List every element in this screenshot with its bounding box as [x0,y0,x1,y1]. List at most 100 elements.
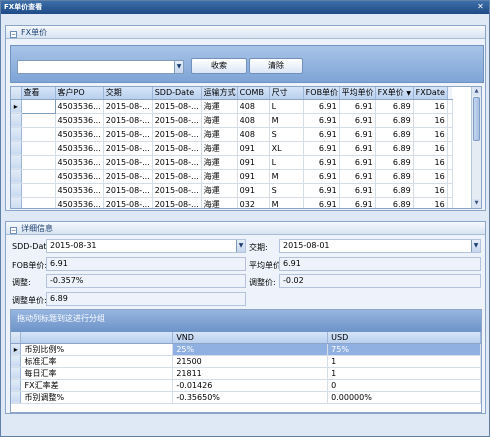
chevron-down-icon[interactable]: ▼ [174,61,183,73]
cell-view[interactable] [21,169,56,184]
table-row[interactable]: 4503536... 2015-08-... 2015-08-... 海運 408 M 6.… [11,113,453,128]
cell-fx-date[interactable]: 16 [413,169,448,184]
cell-fob-price[interactable]: 6.91 [303,127,340,142]
col-header-vnd[interactable]: VND [172,332,329,344]
cell-customer-po[interactable]: 4503536... [55,127,104,142]
clear-button[interactable]: 清除 [249,58,303,74]
cell-comb[interactable]: 091 [237,155,270,170]
cell-comb[interactable]: 408 [237,113,270,128]
cell-shipping[interactable]: 海運 [201,197,238,208]
calendar-dropdown-icon[interactable]: ▼ [236,240,245,252]
due-date-field[interactable]: 2015-08-01 ▼ [279,239,481,253]
list-item[interactable]: ▸ 币别比例% 25% 75% [11,343,481,356]
cell-fx-price[interactable]: 6.89 [375,127,414,142]
cell-view[interactable] [21,155,56,170]
cell-size[interactable]: M [269,169,304,184]
cell-due-date[interactable]: 2015-08-... [103,169,153,184]
grid-vertical-scrollbar[interactable]: ▲ ▼ [471,87,481,208]
cell-size[interactable]: M [269,197,304,208]
col-header-view[interactable]: 查看 [21,87,56,100]
cell-shipping[interactable]: 海運 [201,99,238,114]
cell-fx-date[interactable]: 16 [413,197,448,208]
cell-fob-price[interactable]: 6.91 [303,113,340,128]
cell-avg-price[interactable]: 6.91 [339,169,376,184]
detail-panel-header[interactable]: − 详细信息 [6,222,485,235]
group-by-area[interactable]: 拖动列标题到这进行分组 [11,310,481,332]
col-header-item[interactable] [20,332,174,344]
cell-fx-price[interactable]: 6.89 [375,113,414,128]
cell-item[interactable]: 币别比例% [20,343,174,356]
row-indicator[interactable] [11,141,22,156]
table-row[interactable]: 4503536... 2015-08-... 2015-08-... 海運 032 M 6.… [11,197,453,208]
fx-panel-header[interactable]: − FX单价 [6,26,485,39]
list-item[interactable]: 币别调整% -0.35650% 0.00000% [11,391,481,404]
cell-shipping[interactable]: 海運 [201,183,238,198]
row-indicator[interactable] [11,113,22,128]
row-indicator[interactable] [11,155,22,170]
sdd-date-field[interactable]: 2015-08-31 ▼ [46,239,246,253]
cell-fx-price[interactable]: 6.89 [375,183,414,198]
row-indicator[interactable] [11,169,22,184]
cell-vnd[interactable]: -0.35650% [172,391,329,404]
table-row[interactable]: 4503536... 2015-08-... 2015-08-... 海運 091 M 6.… [11,169,453,184]
cell-sdd-date[interactable]: 2015-08-... [152,155,202,170]
cell-sdd-date[interactable]: 2015-08-... [152,99,202,114]
cell-usd[interactable]: 1 [327,367,481,380]
cell-item[interactable]: FX汇率差 [20,379,174,392]
cell-sdd-date[interactable]: 2015-08-... [152,197,202,208]
cell-fx-date[interactable]: 16 [413,141,448,156]
cell-fob-price[interactable]: 6.91 [303,197,340,208]
table-row[interactable]: ▸ 4503536... 2015-08-... 2015-08-... 海運 408 L 6… [11,98,453,114]
cell-vnd[interactable]: 21500 [172,355,329,368]
cell-fx-price[interactable]: 6.89 [375,99,414,114]
cell-shipping[interactable]: 海運 [201,169,238,184]
col-header-fx-date[interactable]: FXDate [413,87,448,100]
cell-size[interactable]: S [269,127,304,142]
cell-comb[interactable]: 091 [237,183,270,198]
cell-avg-price[interactable]: 6.91 [339,155,376,170]
cell-comb[interactable]: 408 [237,99,270,114]
cell-due-date[interactable]: 2015-08-... [103,155,153,170]
cell-fob-price[interactable]: 6.91 [303,99,340,114]
cell-avg-price[interactable]: 6.91 [339,197,376,208]
close-icon[interactable]: ✕ [475,2,486,12]
cell-item[interactable]: 币别调整% [20,391,174,404]
cell-due-date[interactable]: 2015-08-... [103,183,153,198]
cell-fx-date[interactable]: 16 [413,155,448,170]
cell-due-date[interactable]: 2015-08-... [103,127,153,142]
collapse-icon[interactable]: − [10,31,17,38]
cell-view[interactable] [21,113,56,128]
row-indicator[interactable] [11,183,22,198]
row-indicator[interactable] [11,379,22,392]
cell-size[interactable]: S [269,183,304,198]
cell-fx-price[interactable]: 6.89 [375,155,414,170]
col-header-comb[interactable]: COMB [237,87,270,100]
cell-shipping[interactable]: 海運 [201,141,238,156]
cell-size[interactable]: L [269,155,304,170]
cell-customer-po[interactable]: 4503536... [55,99,104,114]
cell-usd[interactable]: 1 [327,355,481,368]
col-header-fob-price[interactable]: FOB单价 [303,87,340,100]
cell-size[interactable]: XL [269,141,304,156]
cell-due-date[interactable]: 2015-08-... [103,141,153,156]
cell-fx-price[interactable]: 6.89 [375,197,414,208]
scroll-up-icon[interactable]: ▲ [472,87,481,96]
cell-shipping[interactable]: 海運 [201,155,238,170]
cell-sdd-date[interactable]: 2015-08-... [152,169,202,184]
cell-comb[interactable]: 091 [237,169,270,184]
col-header-shipping[interactable]: 运输方式 [201,87,238,100]
cell-vnd[interactable]: 21811 [172,367,329,380]
cell-view[interactable] [21,197,56,208]
col-header-sdd-date[interactable]: SDD-Date [152,87,202,100]
cell-customer-po[interactable]: 4503536... [55,113,104,128]
row-indicator[interactable] [11,355,22,368]
table-row[interactable]: 4503536... 2015-08-... 2015-08-... 海運 408 S 6.… [11,127,453,142]
col-header-due-date[interactable]: 交期 [103,87,153,100]
cell-fx-date[interactable]: 16 [413,99,448,114]
cell-avg-price[interactable]: 6.91 [339,141,376,156]
cell-fx-date[interactable]: 16 [413,183,448,198]
cell-sdd-date[interactable]: 2015-08-... [152,113,202,128]
row-indicator[interactable] [11,197,22,208]
cell-customer-po[interactable]: 4503536... [55,169,104,184]
collapse-icon[interactable]: − [10,227,17,234]
